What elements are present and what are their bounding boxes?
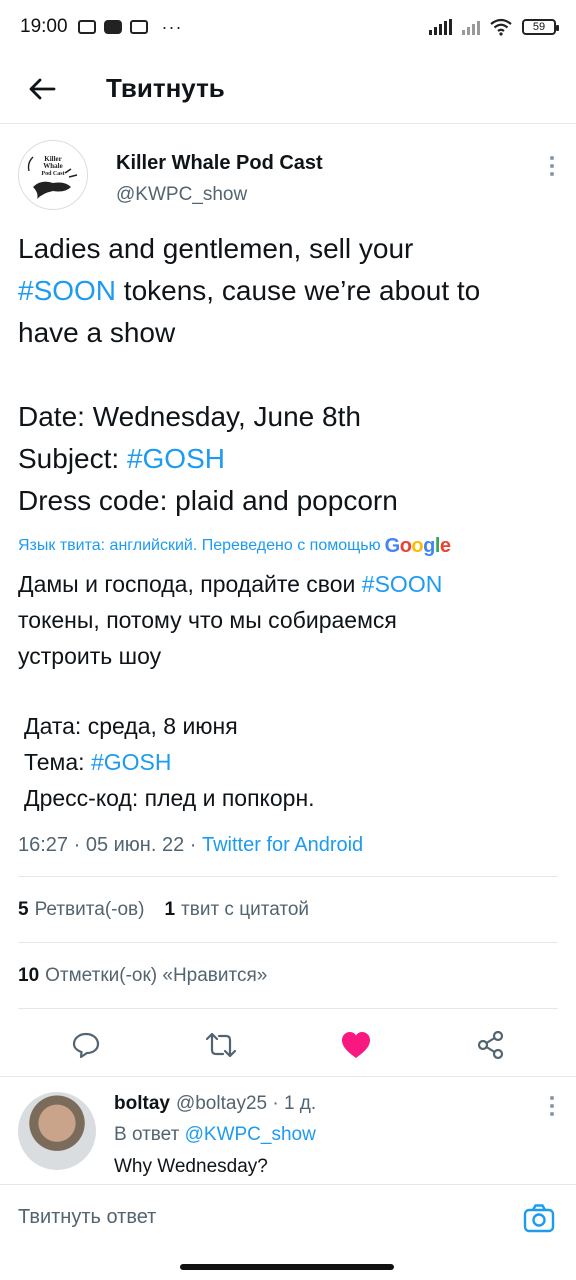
tweet-actions: [18, 1008, 558, 1080]
hashtag-soon[interactable]: #SOON: [18, 275, 116, 306]
battery-icon: 59: [522, 19, 559, 35]
retweet-icon: [205, 1032, 236, 1057]
tweet-line: Subject:: [18, 443, 127, 474]
vertical-dots-icon: [550, 156, 554, 160]
avatar[interactable]: Killer Whale Pod Cast: [18, 140, 88, 210]
camera-button[interactable]: [522, 1201, 556, 1235]
reply-composer: [0, 1184, 576, 1250]
likes-stats: 10 Отметки(-ок) «Нравится»: [18, 942, 558, 1008]
translated-line: Дамы и господа, продайте свои: [18, 571, 362, 597]
tweet-source-link[interactable]: Twitter for Android: [202, 834, 363, 856]
reply-text: Why Wednesday?: [114, 1156, 268, 1177]
avatar[interactable]: [18, 1092, 96, 1170]
back-button[interactable]: [22, 69, 62, 109]
comment-icon: [72, 1032, 99, 1058]
tweet-author: Killer Whale Pod Cast Killer Whale Pod C…: [0, 140, 576, 220]
translated-text: Дамы и господа, продайте свои #SOON токе…: [0, 566, 576, 816]
author-name[interactable]: Killer Whale Pod Cast: [116, 152, 323, 175]
wifi-icon: [490, 18, 512, 36]
reply-more-button[interactable]: [546, 1096, 558, 1116]
reply-author-name[interactable]: boltay: [114, 1093, 170, 1115]
more-notifications-icon: ···: [161, 16, 183, 37]
translated-line: устроить шоу: [18, 643, 162, 669]
translation-notice[interactable]: Язык твита: английский. Переведено с пом…: [0, 532, 576, 560]
page-title: Твитнуть: [106, 73, 225, 103]
gesture-bar[interactable]: [180, 1264, 394, 1270]
tweet-line: Date: Wednesday, June 8th: [18, 401, 361, 432]
retweet-stats: 5 Ретвита(-ов) 1 твит с цитатой: [18, 876, 558, 942]
signal-2-icon: [462, 19, 480, 35]
translation-label: Язык твита: английский. Переведено с пом…: [18, 537, 381, 554]
arrow-left-icon: [29, 78, 56, 99]
tweet-detail: Killer Whale Pod Cast Killer Whale Pod C…: [0, 140, 576, 1080]
tweet-text: Ladies and gentlemen, sell your #SOON to…: [0, 228, 576, 522]
whale-logo-icon: Killer Whale Pod Cast: [27, 155, 78, 199]
avatar-text-3: Pod Cast: [41, 171, 64, 177]
tweet-line: tokens, cause we’re about to: [116, 275, 481, 306]
news-icon: [77, 20, 96, 34]
reply-to-line: В ответ @KWPC_show: [114, 1124, 558, 1146]
hashtag-gosh-translated[interactable]: #GOSH: [91, 749, 172, 775]
reply-to-label: В ответ: [114, 1124, 185, 1145]
notification-icons: ···: [77, 16, 183, 38]
tweet-line: have a show: [18, 317, 176, 348]
share-icon: [477, 1030, 503, 1059]
status-bar: 19:00 ··· 59: [0, 0, 576, 54]
reply-header: boltay @boltay25 · 1 д.: [114, 1092, 558, 1116]
reply-handle-time: @boltay25 · 1 д.: [175, 1093, 317, 1114]
like-button[interactable]: [334, 1023, 378, 1067]
translated-line: Дата: среда, 8 июня: [24, 713, 238, 739]
tweet-line: Ladies and gentlemen, sell your: [18, 233, 414, 264]
reply-button[interactable]: [64, 1023, 108, 1067]
top-bar: Твитнуть: [0, 54, 576, 124]
heart-icon: [341, 1031, 370, 1058]
translated-line: Дресс-код: плед и попкорн.: [24, 785, 315, 811]
reply-input[interactable]: [18, 1206, 522, 1229]
hashtag-soon-translated[interactable]: #SOON: [362, 571, 443, 597]
reply-tweet[interactable]: boltay @boltay25 · 1 д. В ответ @KWPC_sh…: [0, 1076, 576, 1184]
tweet-timestamp: 16:27 · 05 июн. 22 · Twitter for Android: [0, 834, 576, 864]
status-time: 19:00: [20, 16, 68, 37]
tweet-more-button[interactable]: [546, 156, 558, 176]
hashtag-gosh[interactable]: #GOSH: [127, 443, 225, 474]
share-button[interactable]: [469, 1023, 513, 1067]
avatar-text-2: Whale: [43, 162, 62, 170]
google-logo: Google: [384, 534, 451, 557]
tweet-line: Dress code: plaid and popcorn: [18, 485, 398, 516]
translated-line: Тема:: [24, 749, 91, 775]
vertical-dots-icon: [550, 1096, 554, 1100]
author-handle[interactable]: @KWPC_show: [116, 184, 323, 206]
signal-icon: [429, 19, 452, 35]
timestamp-text: 16:27 · 05 июн. 22 ·: [18, 834, 202, 856]
twitch-icon: [129, 20, 148, 34]
reply-to-handle[interactable]: @KWPC_show: [185, 1124, 316, 1145]
likes-stat[interactable]: 10 Отметки(-ок) «Нравится»: [18, 965, 267, 987]
camera-icon: [523, 1203, 555, 1232]
quotes-stat[interactable]: 1 твит с цитатой: [164, 899, 309, 921]
youtube-icon: [103, 20, 122, 34]
retweet-button[interactable]: [199, 1023, 243, 1067]
retweets-stat[interactable]: 5 Ретвита(-ов): [18, 899, 144, 921]
translated-line: токены, потому что мы собираемся: [18, 607, 397, 633]
